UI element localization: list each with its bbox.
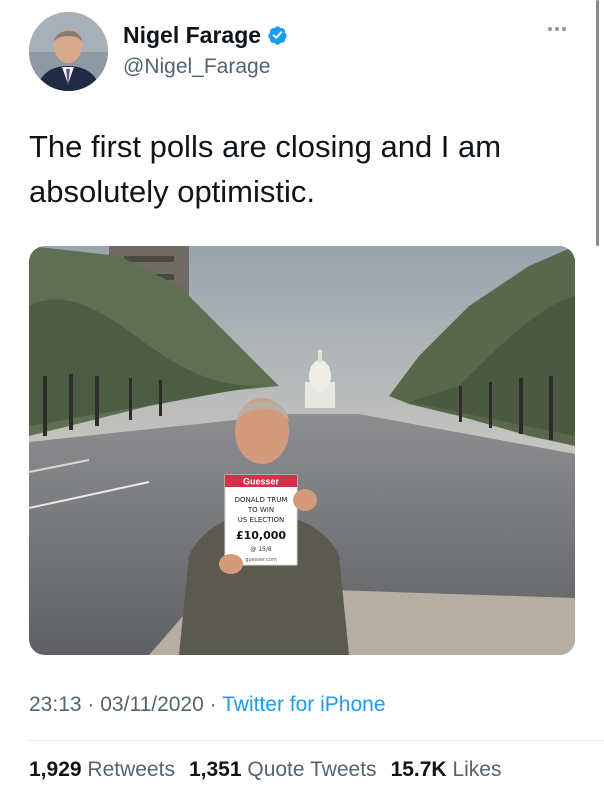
sign-odds: @ 15/8 — [250, 546, 272, 553]
author-name[interactable]: Nigel Farage — [123, 22, 261, 49]
avatar[interactable] — [29, 12, 108, 91]
quote-tweets-count: 1,351 — [188, 758, 242, 781]
divider — [29, 740, 604, 741]
more-options-icon[interactable] — [548, 27, 566, 31]
tweet-source-link[interactable]: Twitter for iPhone — [222, 693, 385, 716]
quote-tweets-stat[interactable]: 1,351 Quote Tweets — [189, 758, 377, 782]
dot — [555, 27, 559, 31]
scrollbar[interactable] — [596, 0, 599, 246]
dot — [562, 27, 566, 31]
avatar-image — [29, 12, 108, 91]
sign-brand: Guesser — [243, 477, 280, 487]
tweet-detail: Nigel Farage @Nigel_Farage The first pol… — [0, 0, 604, 800]
tweet-metadata: 23:13 · 03/11/2020 · Twitter for iPhone — [29, 693, 386, 717]
engagement-stats: 1,929 Retweets 1,351 Quote Tweets 15.7K … — [29, 758, 501, 782]
retweets-count: 1,929 — [29, 758, 82, 781]
tweet-time[interactable]: 23:13 — [29, 693, 82, 716]
likes-count: 15.7K — [390, 758, 447, 781]
verified-badge-icon — [268, 26, 287, 45]
author-name-row[interactable]: Nigel Farage — [123, 22, 288, 49]
meta-separator: · — [87, 693, 95, 716]
sign-amount: £10,000 — [236, 529, 286, 542]
tweet-date[interactable]: 03/11/2020 — [100, 693, 204, 716]
retweets-label: Retweets — [87, 758, 175, 781]
quote-tweets-label: Quote Tweets — [247, 758, 377, 781]
meta-separator: · — [209, 693, 217, 716]
retweets-stat[interactable]: 1,929 Retweets — [29, 758, 175, 782]
dot — [548, 27, 552, 31]
tweet-text-line: absolutely optimistic. — [29, 174, 316, 209]
tweet-text: The first polls are closing and I am abs… — [29, 124, 574, 214]
likes-stat[interactable]: 15.7K Likes — [391, 758, 502, 782]
photo-street-scene: Guesser DONALD TRUM TO WIN US ELECTION £… — [29, 246, 575, 655]
tweet-photo[interactable]: Guesser DONALD TRUM TO WIN US ELECTION £… — [29, 246, 575, 655]
sign-line: US ELECTION — [238, 516, 285, 524]
sign-site: guesser.com — [245, 557, 277, 563]
author-handle[interactable]: @Nigel_Farage — [123, 55, 270, 79]
sign-line: TO WIN — [247, 506, 274, 514]
likes-label: Likes — [452, 758, 502, 781]
sign-line: DONALD TRUM — [235, 496, 288, 504]
tweet-text-line: The first polls are closing and I am — [29, 129, 502, 164]
